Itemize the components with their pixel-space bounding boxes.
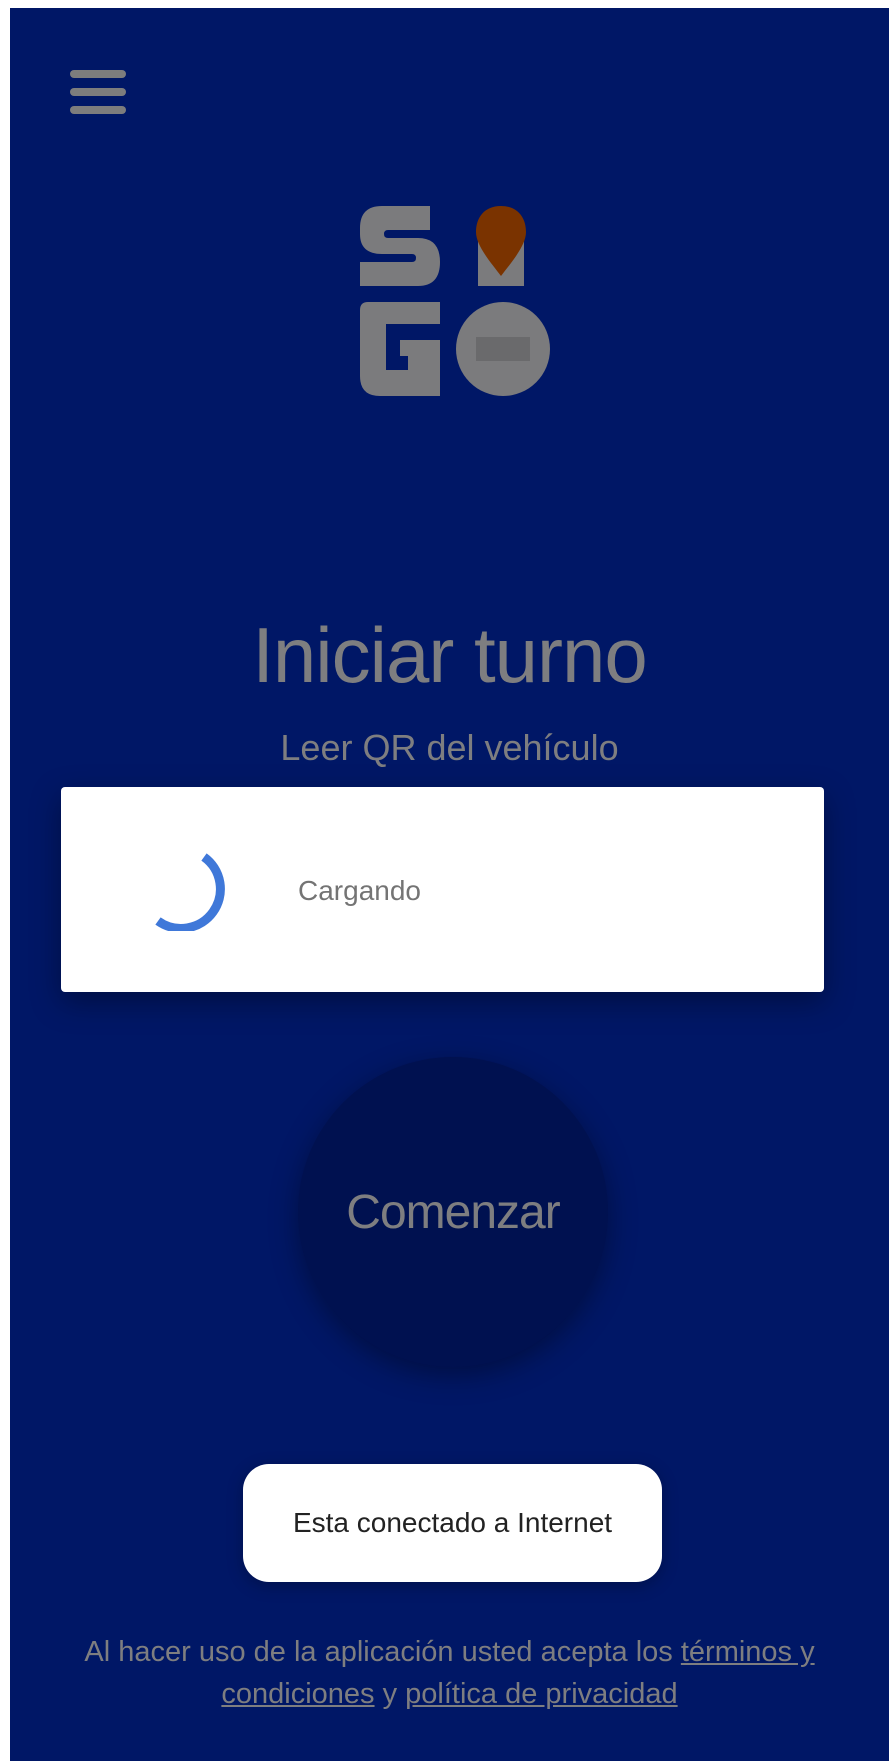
connection-toast: Esta conectado a Internet (243, 1464, 662, 1582)
start-button-label: Comenzar (346, 1185, 560, 1239)
toast-text: Esta conectado a Internet (292, 1507, 613, 1538)
sigo-logo (360, 206, 550, 396)
page-subtitle: Leer QR del vehículo (280, 727, 619, 768)
page-title: Iniciar turno (252, 611, 648, 699)
legal-prefix: Al hacer uso de la aplicación usted acep… (84, 1636, 681, 1668)
loading-text: Cargando (298, 875, 421, 906)
loading-dialog: Cargando (61, 787, 824, 992)
legal-connector: y (374, 1678, 406, 1710)
loading-spinner-icon (155, 853, 225, 931)
hamburger-menu-icon[interactable] (70, 70, 128, 118)
start-button[interactable]: Comenzar (298, 1057, 608, 1367)
privacy-link[interactable]: política de privacidad (405, 1678, 677, 1710)
legal-notice: Al hacer uso de la aplicación usted acep… (50, 1631, 849, 1715)
